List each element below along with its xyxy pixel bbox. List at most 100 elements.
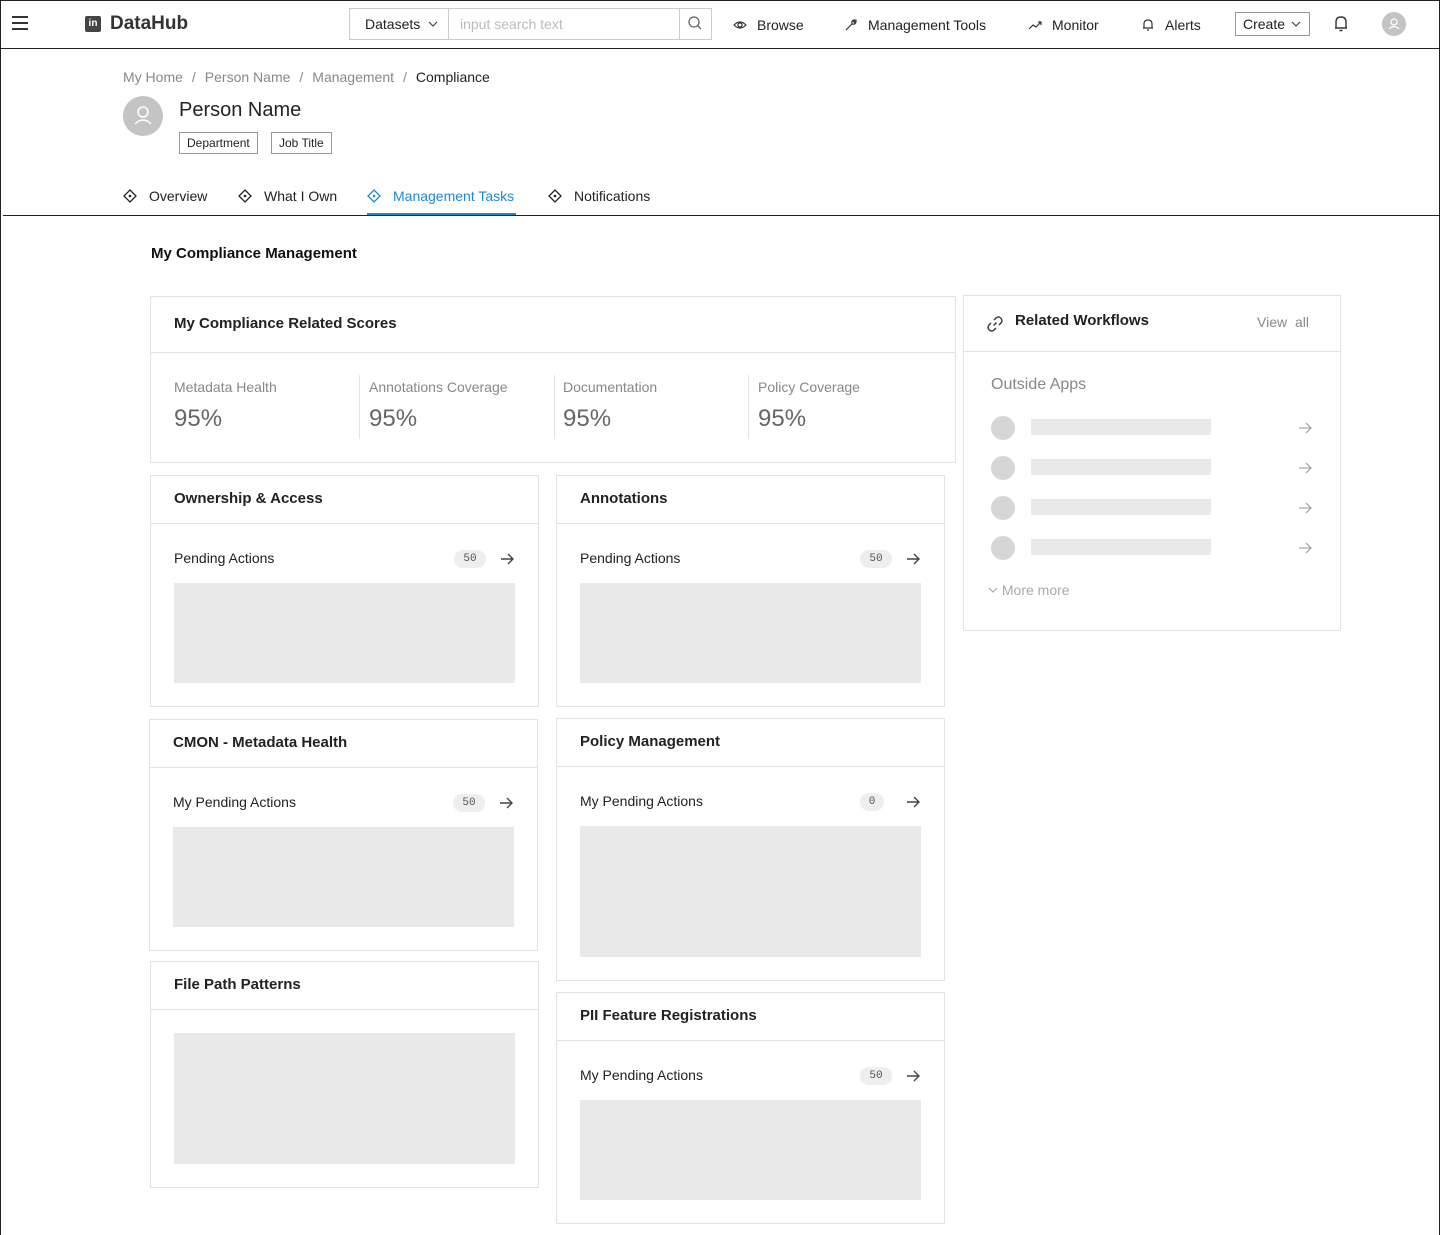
user-icon <box>134 106 152 125</box>
user-icon <box>1388 18 1400 30</box>
arrow-right-icon[interactable] <box>1297 420 1313 441</box>
department-tag: Department <box>179 132 258 154</box>
app-name[interactable]: DataHub <box>110 13 188 35</box>
pending-count-badge: 50 <box>454 550 486 568</box>
app-name-placeholder <box>1031 539 1211 555</box>
arrow-right-icon[interactable] <box>905 1068 921 1089</box>
pending-actions-label: My Pending Actions <box>580 793 703 809</box>
user-avatar[interactable] <box>1382 12 1406 36</box>
tab-label: Management Tasks <box>393 188 515 204</box>
arrow-right-icon[interactable] <box>1297 500 1313 521</box>
card-title: My Compliance Related Scores <box>174 315 397 332</box>
top-navigation-bar: in DataHub Datasets Browse Management To… <box>0 0 1440 49</box>
view-all-link[interactable]: View all <box>1257 314 1309 330</box>
card-header: Annotations <box>557 476 944 524</box>
tab-overview[interactable]: Overview <box>123 188 207 204</box>
arrow-right-icon[interactable] <box>499 551 515 572</box>
job-title-tag: Job Title <box>271 132 332 154</box>
linkedin-logo-icon: in <box>85 16 101 32</box>
hamburger-menu-icon[interactable] <box>12 16 28 30</box>
app-name-placeholder <box>1031 419 1211 435</box>
pending-actions-label: Pending Actions <box>174 550 275 566</box>
cmon-metadata-health-card: CMON - Metadata Health My Pending Action… <box>149 719 538 951</box>
pending-actions-label: My Pending Actions <box>173 794 296 810</box>
card-title: Annotations <box>580 490 668 507</box>
card-title: Related Workflows <box>1015 312 1149 329</box>
app-name-placeholder <box>1031 499 1211 515</box>
content-placeholder <box>580 826 921 957</box>
nav-management-tools[interactable]: Management Tools <box>844 17 986 33</box>
card-header: Ownership & Access <box>151 476 538 524</box>
score-divider <box>748 375 749 439</box>
content-placeholder <box>580 583 921 683</box>
card-title: Policy Management <box>580 733 721 750</box>
nav-alerts[interactable]: Alerts <box>1141 17 1201 33</box>
app-avatar <box>991 496 1015 520</box>
arrow-right-icon[interactable] <box>1297 540 1313 561</box>
profile-name: Person Name <box>179 99 302 121</box>
tabs-divider <box>3 215 1440 216</box>
arrow-right-icon[interactable] <box>905 551 921 572</box>
card-header: CMON - Metadata Health <box>150 720 537 768</box>
nav-browse-label: Browse <box>757 17 804 33</box>
score-divider <box>554 375 555 439</box>
score-label: Documentation <box>563 379 658 395</box>
section-title: My Compliance Management <box>151 245 357 262</box>
score-label: Metadata Health <box>174 379 277 395</box>
score-label: Annotations Coverage <box>369 379 508 395</box>
arrow-right-icon[interactable] <box>1297 460 1313 481</box>
search-bar: Datasets <box>349 8 712 40</box>
score-divider <box>359 375 360 439</box>
card-header: PII Feature Registrations <box>557 993 944 1041</box>
arrow-right-icon[interactable] <box>498 795 514 816</box>
breadcrumb: My Home / Person Name / Management / Compli… <box>123 69 490 85</box>
chevron-down-icon <box>1291 13 1301 43</box>
pii-feature-registrations-card: PII Feature Registrations My Pending Act… <box>556 992 945 1224</box>
app-avatar <box>991 456 1015 480</box>
pending-count-badge: 50 <box>860 1067 892 1085</box>
card-header: Related Workflows View all <box>964 296 1340 352</box>
create-button[interactable]: Create <box>1235 12 1310 36</box>
breadcrumb-item[interactable]: Management <box>312 69 394 85</box>
score-label: Policy Coverage <box>758 379 860 395</box>
card-title: File Path Patterns <box>174 976 301 993</box>
search-input[interactable] <box>450 9 680 39</box>
search-type-value: Datasets <box>365 16 421 32</box>
eye-icon <box>733 21 747 29</box>
search-type-select[interactable]: Datasets <box>350 9 449 39</box>
tab-what-i-own[interactable]: What I Own <box>238 188 337 204</box>
score-value: 95% <box>174 405 223 432</box>
create-button-label: Create <box>1243 16 1286 32</box>
chevron-down-icon <box>428 9 438 51</box>
score-value: 95% <box>563 405 612 432</box>
nav-monitor[interactable]: Monitor <box>1028 17 1099 33</box>
tab-management-tasks[interactable]: Management Tasks <box>367 188 514 204</box>
file-path-patterns-card: File Path Patterns <box>150 961 539 1188</box>
nav-browse[interactable]: Browse <box>733 17 804 33</box>
breadcrumb-item[interactable]: Person Name <box>205 69 291 85</box>
more-toggle[interactable]: More more <box>988 582 1070 598</box>
annotations-card: Annotations Pending Actions 50 <box>556 475 945 707</box>
pending-actions-label: Pending Actions <box>580 550 681 566</box>
bell-icon <box>1143 19 1153 31</box>
search-icon <box>688 16 702 30</box>
pending-count-badge: 50 <box>453 794 485 812</box>
breadcrumb-item[interactable]: My Home <box>123 69 183 85</box>
pending-count-badge: 0 <box>860 793 884 811</box>
card-header: My Compliance Related Scores <box>151 297 955 353</box>
search-button[interactable] <box>679 9 711 39</box>
breadcrumb-separator: / <box>191 69 196 85</box>
arrow-right-icon[interactable] <box>905 794 921 815</box>
app-name-placeholder <box>1031 459 1211 475</box>
diamond-icon <box>548 189 562 203</box>
diamond-icon <box>123 189 137 203</box>
app-avatar <box>991 416 1015 440</box>
trend-line-icon <box>1028 21 1042 30</box>
content-placeholder <box>174 583 515 683</box>
content-placeholder <box>174 1033 515 1164</box>
wrench-icon <box>845 19 857 31</box>
content-placeholder <box>580 1100 921 1200</box>
notifications-bell-icon[interactable] <box>1333 15 1349 38</box>
content-placeholder <box>173 827 514 927</box>
tab-notifications[interactable]: Notifications <box>548 188 650 204</box>
